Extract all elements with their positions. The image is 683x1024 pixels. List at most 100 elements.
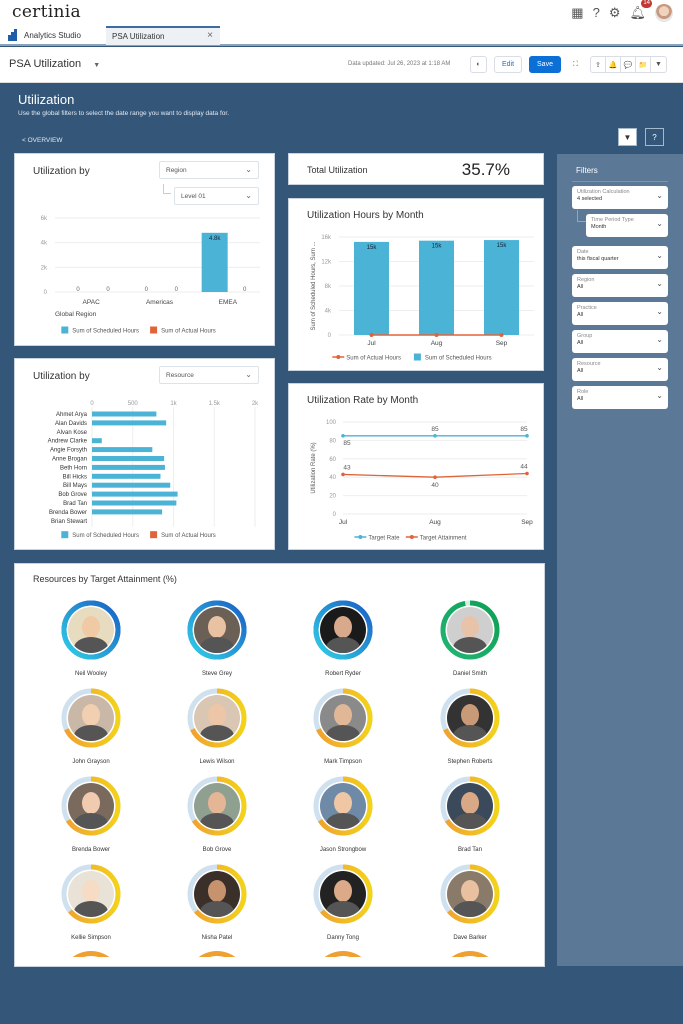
filter-region[interactable]: Region All ⌄ <box>572 274 668 297</box>
avatar-shoulders <box>74 725 108 741</box>
resource-item[interactable]: Stephen Roberts <box>410 687 530 765</box>
notifications-icon[interactable]: 🔔︎ 14 <box>629 0 652 23</box>
avatar-shoulders <box>453 813 487 829</box>
resource-name: Jason Strongbow <box>319 847 367 853</box>
resource-item[interactable]: Nisha Patel <box>157 863 277 941</box>
region-dimension-select[interactable]: Region ⌄ <box>159 161 259 179</box>
resource-name: Nisha Patel <box>201 935 233 941</box>
resource-item[interactable]: John Grayson <box>31 687 151 765</box>
legend-swatch-dot <box>358 535 363 539</box>
x-tick-label: EMEA <box>219 299 238 306</box>
close-tab-icon[interactable]: × <box>207 30 213 41</box>
legend-swatch <box>61 326 69 334</box>
x-axis-title: Global Region <box>55 311 97 318</box>
analytics-studio-icon <box>8 29 18 41</box>
app-name-label: Analytics Studio <box>24 30 81 40</box>
user-avatar[interactable] <box>655 4 673 22</box>
app-name[interactable]: Analytics Studio <box>8 29 81 41</box>
resource-item[interactable]: Robert Ryder <box>283 599 403 677</box>
x-tick-label: 2k <box>252 401 259 407</box>
resource-item[interactable]: Daniel Smith <box>410 599 530 677</box>
resource-name: Danny Tong <box>327 935 359 941</box>
y-tick-label: Bill Mays <box>63 483 87 489</box>
line-point <box>525 471 529 476</box>
filter-practice[interactable]: Practice All ⌄ <box>572 302 668 325</box>
y-axis-title: Utilization Rate (%) <box>311 442 317 493</box>
dashboard-toolbar: PSA Utilization ▼ Data updated: Jul 26, … <box>0 47 683 83</box>
resource-item[interactable]: Danny Tong <box>283 863 403 941</box>
settings-icon[interactable]: ⚙ <box>609 3 621 23</box>
legend-swatch-dot <box>336 355 341 359</box>
resource-item[interactable]: Lewis Wilson <box>157 687 277 765</box>
resource-item[interactable]: Dave Barker <box>410 863 530 941</box>
resource-item[interactable]: Jason Strongbow <box>283 775 403 853</box>
resource-item-partial <box>312 951 374 957</box>
dashboard-title-menu[interactable]: PSA Utilization ▼ <box>9 58 100 70</box>
resource-dimension-select[interactable]: Resource ⌄ <box>159 366 259 384</box>
chevron-down-icon: ⌄ <box>656 279 663 288</box>
chevron-down-icon: ⌄ <box>656 391 663 400</box>
resource-name: Stephen Roberts <box>447 759 493 765</box>
y-tick-label: 4k <box>325 309 332 315</box>
chevron-down-icon[interactable]: ▼ <box>93 62 100 69</box>
theme-button[interactable]: ◐ <box>470 56 487 73</box>
subscribe-bell-icon[interactable]: 🔔 <box>606 57 621 72</box>
tab-psa-utilization[interactable]: PSA Utilization × <box>106 26 220 45</box>
y-tick-label: Bob Grove <box>58 492 87 498</box>
line-point <box>434 333 439 337</box>
utilization-by-region-card: Utilization by Region ⌄ Level 01 ⌄ 0 2k 4k 6k… <box>14 153 275 346</box>
level-select[interactable]: Level 01 ⌄ <box>174 187 259 205</box>
x-tick-label: Sep <box>496 340 508 347</box>
filter-toggle-button[interactable]: ▼ <box>618 128 637 146</box>
certinia-logo[interactable]: certinia <box>12 2 81 22</box>
filter-role[interactable]: Role All ⌄ <box>572 386 668 409</box>
resource-item[interactable]: Steve Grey <box>157 599 277 677</box>
avatar-shoulders <box>326 813 360 829</box>
filter-group[interactable]: Group All ⌄ <box>572 330 668 353</box>
share-icon[interactable]: ⇪ <box>591 57 606 72</box>
data-label: 85 <box>343 440 351 447</box>
resource-avatar <box>194 695 240 741</box>
help-button[interactable]: ? <box>645 128 664 146</box>
y-tick-label: 4k <box>41 241 48 247</box>
resource-item[interactable]: Neil Wooley <box>31 599 151 677</box>
line-point <box>433 475 437 479</box>
filter-resource[interactable]: Resource All ⌄ <box>572 358 668 381</box>
comment-icon[interactable]: 💬 <box>621 57 636 72</box>
resource-avatar <box>447 783 493 829</box>
legend-swatch <box>413 353 421 361</box>
resource-item[interactable]: Bob Grove <box>157 775 277 853</box>
resource-item[interactable]: Brad Tan <box>410 775 530 853</box>
card-title: Resources by Target Attainment (%) <box>33 574 177 584</box>
resource-name: Steve Grey <box>201 671 232 677</box>
resource-item[interactable]: Brenda Bower <box>31 775 151 853</box>
filter-date[interactable]: Date this fiscal quarter ⌄ <box>572 246 668 269</box>
resource-item[interactable]: Kellie Simpson <box>31 863 151 941</box>
app-launcher-icon[interactable]: ▦ <box>571 3 583 23</box>
filter-time-period-type[interactable]: Time Period Type Month ⌄ <box>586 214 668 237</box>
fullscreen-button[interactable]: ⛶ <box>567 56 584 73</box>
attainment-ring-wrap <box>60 775 122 837</box>
total-utilization-value: 35.7% <box>461 160 510 179</box>
filter-utilization-calculation[interactable]: Utilization Calculation 4 selected ⌄ <box>572 186 668 209</box>
bar <box>92 411 157 417</box>
overview-link[interactable]: < OVERVIEW <box>22 137 63 144</box>
edit-button[interactable]: Edit <box>494 56 522 73</box>
resource-avatar <box>320 783 366 829</box>
y-tick-label: Angie Forsyth <box>50 448 87 454</box>
collection-icon[interactable]: 📁 <box>636 57 651 72</box>
save-button[interactable]: Save <box>529 56 561 73</box>
x-tick-label: Americas <box>146 299 174 306</box>
resource-name: Lewis Wilson <box>199 759 235 765</box>
resource-name: Kellie Simpson <box>71 935 111 941</box>
more-actions-icon[interactable]: ▼ <box>651 57 666 72</box>
help-icon[interactable]: ? <box>593 3 600 23</box>
avatar-face <box>208 880 226 902</box>
resource-name: Neil Wooley <box>75 671 107 677</box>
bar <box>92 500 177 506</box>
filter-value: 4 selected <box>577 196 603 202</box>
resource-avatar <box>194 607 240 653</box>
resource-item[interactable]: Mark Timpson <box>283 687 403 765</box>
y-tick-label: 8k <box>325 284 332 290</box>
filter-label: Role <box>577 389 589 395</box>
